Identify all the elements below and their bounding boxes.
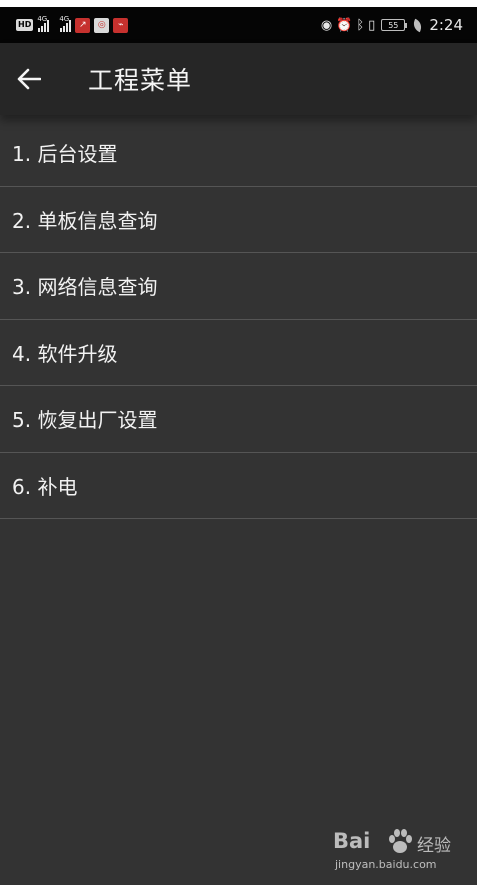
battery-level: 55 (388, 20, 399, 30)
watermark-url: jingyan.baidu.com (335, 858, 437, 871)
battery-icon: 55 (381, 19, 408, 31)
status-bar: HD 4G 4G ↗ ◎ ⌁ ◉ ⏰ ᛒ ▯ 55 2:24 (0, 7, 477, 43)
app-frame: HD 4G 4G ↗ ◎ ⌁ ◉ ⏰ ᛒ ▯ 55 2:24 工程菜单 1. 后… (0, 7, 477, 885)
alert-app-icon: ◎ (94, 17, 110, 33)
status-bar-left: HD 4G 4G ↗ ◎ ⌁ (16, 15, 129, 33)
menu-list: 1. 后台设置 2. 单板信息查询 3. 网络信息查询 4. 软件升级 5. 恢… (0, 120, 477, 519)
status-time: 2:24 (429, 16, 463, 34)
menu-item-software-upgrade[interactable]: 4. 软件升级 (0, 320, 477, 386)
menu-item-factory-reset[interactable]: 5. 恢复出厂设置 (0, 386, 477, 453)
back-button[interactable] (0, 43, 58, 115)
bluetooth-icon: ᛒ (356, 17, 365, 33)
page-title: 工程菜单 (88, 66, 193, 95)
hd-icon: HD (16, 19, 34, 31)
baidu-jingyan-watermark: Bai 经验 jingyan.baidu.com (333, 827, 451, 873)
alarm-icon: ⏰ (336, 17, 353, 33)
vibrate-icon: ▯ (368, 17, 376, 33)
paw-icon (389, 829, 412, 853)
menu-item-network-info-query[interactable]: 3. 网络信息查询 (0, 253, 477, 320)
watermark-brand-cn: 经验 (417, 836, 451, 856)
status-bar-right: ◉ ⏰ ᛒ ▯ 55 2:24 (321, 16, 463, 34)
arrow-left-icon (17, 68, 41, 90)
signal-icon: 4G (59, 15, 72, 32)
signal-icon: 4G (37, 15, 50, 32)
eye-icon: ◉ (320, 17, 333, 33)
leaf-icon (411, 18, 424, 32)
chart-app-icon: ⌁ (113, 17, 129, 33)
network-type-label: 4G (59, 15, 70, 23)
network-type-label: 4G (37, 15, 48, 23)
menu-item-recharge[interactable]: 6. 补电 (0, 453, 477, 519)
watermark-brand: Bai (333, 829, 371, 853)
toolbar: 工程菜单 (0, 43, 477, 115)
menu-item-board-info-query[interactable]: 2. 单板信息查询 (0, 187, 477, 253)
stock-app-icon: ↗ (75, 17, 91, 33)
menu-item-background-settings[interactable]: 1. 后台设置 (0, 120, 477, 187)
